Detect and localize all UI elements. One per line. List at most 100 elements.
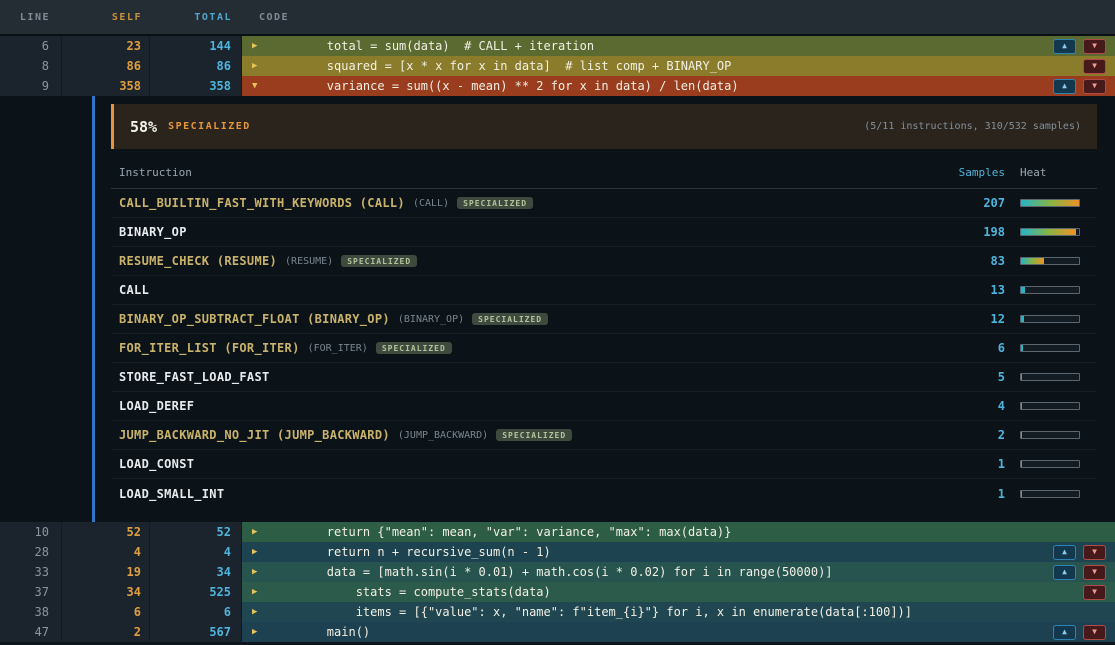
code-cell: ▶ main()▲▼	[242, 622, 1115, 642]
expand-caret-icon[interactable]: ▼	[252, 81, 269, 91]
sample-count: 207	[935, 196, 1005, 210]
code-line-row[interactable]: 3734525 ▶ stats = compute_stats(data) ▼	[0, 582, 1115, 602]
scroll-down-button[interactable]: ▼	[1083, 545, 1106, 560]
scroll-up-button[interactable]: ▲	[1053, 625, 1076, 640]
heat-bar-track	[1020, 490, 1080, 498]
expand-caret-icon[interactable]: ▶	[252, 567, 269, 577]
instruction-name: BINARY_OP	[119, 225, 187, 239]
instruction-name: BINARY_OP_SUBTRACT_FLOAT (BINARY_OP)	[119, 312, 390, 326]
heat-column-header: Heat	[1005, 166, 1097, 179]
sample-count: 6	[935, 341, 1005, 355]
sample-count: 1	[935, 457, 1005, 471]
expand-caret-icon[interactable]: ▶	[252, 607, 269, 617]
instruction-row: BINARY_OP 198	[111, 218, 1097, 247]
instruction-table-header: Instruction Samples Heat	[111, 157, 1097, 189]
total-sample-count: 4	[150, 542, 242, 562]
instruction-name-cell: JUMP_BACKWARD_NO_JIT (JUMP_BACKWARD)(JUM…	[111, 428, 935, 442]
code-line-row[interactable]: 472567▶ main()▲▼	[0, 622, 1115, 642]
row-buttons: ▼	[1083, 585, 1115, 600]
code-cell: ▶ data = [math.sin(i * 0.01) + math.cos(…	[242, 562, 1115, 582]
expand-caret-icon[interactable]: ▶	[252, 527, 269, 537]
instruction-name: FOR_ITER_LIST (FOR_ITER)	[119, 341, 300, 355]
code-line-row[interactable]: 2844▶ return n + recursive_sum(n - 1)▲▼	[0, 542, 1115, 562]
line-number: 47	[0, 622, 62, 642]
scroll-up-button[interactable]: ▲	[1053, 545, 1076, 560]
column-header-row: LINE SELF TOTAL CODE	[0, 0, 1115, 36]
specialized-label: SPECIALIZED	[168, 121, 251, 132]
scroll-down-button[interactable]: ▼	[1083, 79, 1106, 94]
code-line-row[interactable]: 623144▶ total = sum(data) # CALL + itera…	[0, 36, 1115, 56]
heat-bar	[1005, 257, 1097, 265]
instruction-row: CALL_BUILTIN_FAST_WITH_KEYWORDS (CALL)(C…	[111, 189, 1097, 218]
scroll-down-button[interactable]: ▼	[1083, 565, 1106, 580]
heat-bar-track	[1020, 228, 1080, 236]
line-number: 6	[0, 36, 62, 56]
code-text: variance = sum((x - mean) ** 2 for x in …	[269, 79, 739, 93]
total-sample-count: 144	[150, 36, 242, 56]
code-cell: ▼ variance = sum((x - mean) ** 2 for x i…	[242, 76, 1115, 96]
specialized-badge: SPECIALIZED	[376, 342, 452, 354]
heat-bar-track	[1020, 315, 1080, 323]
heat-bar-fill	[1021, 491, 1022, 497]
instruction-row: LOAD_SMALL_INT1	[111, 479, 1097, 508]
heat-bar	[1005, 286, 1097, 294]
sample-count: 5	[935, 370, 1005, 384]
sample-count: 13	[935, 283, 1005, 297]
code-line-row[interactable]: 331934▶ data = [math.sin(i * 0.01) + mat…	[0, 562, 1115, 582]
code-cell: ▶ stats = compute_stats(data) ▼	[242, 582, 1115, 602]
profiler-app: LINE SELF TOTAL CODE 623144▶ total = sum…	[0, 0, 1115, 645]
expand-caret-icon[interactable]: ▶	[252, 547, 269, 557]
scroll-down-button[interactable]: ▼	[1083, 39, 1106, 54]
heat-bar	[1005, 490, 1097, 498]
total-sample-count: 567	[150, 622, 242, 642]
total-sample-count: 34	[150, 562, 242, 582]
instruction-name: LOAD_DEREF	[119, 399, 194, 413]
code-line-row[interactable]: 9358358▼ variance = sum((x - mean) ** 2 …	[0, 76, 1115, 96]
instruction-row: LOAD_DEREF4	[111, 392, 1097, 421]
expand-caret-icon[interactable]: ▶	[252, 41, 269, 51]
code-text: data = [math.sin(i * 0.01) + math.cos(i …	[269, 565, 833, 579]
specialized-badge: SPECIALIZED	[457, 197, 533, 209]
heat-bar-track	[1020, 344, 1080, 352]
line-number: 38	[0, 602, 62, 622]
total-column-header: TOTAL	[150, 12, 242, 23]
self-sample-count: 19	[62, 562, 150, 582]
code-column-header: CODE	[242, 12, 1115, 23]
instruction-name: CALL	[119, 283, 149, 297]
scroll-down-button[interactable]: ▼	[1083, 59, 1106, 74]
total-sample-count: 525	[150, 582, 242, 602]
total-sample-count: 52	[150, 522, 242, 542]
self-sample-count: 34	[62, 582, 150, 602]
heat-bar-fill	[1021, 374, 1022, 380]
expand-caret-icon[interactable]: ▶	[252, 627, 269, 637]
code-cell: ▶ return {"mean": mean, "var": variance,…	[242, 522, 1115, 542]
instruction-name: CALL_BUILTIN_FAST_WITH_KEYWORDS (CALL)	[119, 196, 405, 210]
code-text: stats = compute_stats(data)	[269, 585, 551, 599]
heat-bar-fill	[1021, 403, 1022, 409]
code-text: return {"mean": mean, "var": variance, "…	[269, 525, 731, 539]
self-sample-count: 6	[62, 602, 150, 622]
expand-caret-icon[interactable]: ▶	[252, 587, 269, 597]
line-number: 37	[0, 582, 62, 602]
specialized-badge: SPECIALIZED	[341, 255, 417, 267]
sample-count: 198	[935, 225, 1005, 239]
heat-bar-track	[1020, 460, 1080, 468]
instruction-name-cell: BINARY_OP	[111, 225, 935, 239]
code-line-row[interactable]: 3866▶ items = [{"value": x, "name": f"it…	[0, 602, 1115, 622]
expand-caret-icon[interactable]: ▶	[252, 61, 269, 71]
heat-bar-track	[1020, 257, 1080, 265]
scroll-down-button[interactable]: ▼	[1083, 585, 1106, 600]
code-text: items = [{"value": x, "name": f"item_{i}…	[269, 605, 912, 619]
instruction-name-cell: BINARY_OP_SUBTRACT_FLOAT (BINARY_OP)(BIN…	[111, 312, 935, 326]
scroll-up-button[interactable]: ▲	[1053, 565, 1076, 580]
code-line-row[interactable]: 88686▶ squared = [x * x for x in data] #…	[0, 56, 1115, 76]
specialization-summary: 58% SPECIALIZED (5/11 instructions, 310/…	[111, 104, 1097, 149]
line-number: 28	[0, 542, 62, 562]
scroll-up-button[interactable]: ▲	[1053, 39, 1076, 54]
code-line-row[interactable]: 105252▶ return {"mean": mean, "var": var…	[0, 522, 1115, 542]
scroll-up-button[interactable]: ▲	[1053, 79, 1076, 94]
heat-bar	[1005, 402, 1097, 410]
instruction-row: FOR_ITER_LIST (FOR_ITER)(FOR_ITER)SPECIA…	[111, 334, 1097, 363]
instruction-name-cell: RESUME_CHECK (RESUME)(RESUME)SPECIALIZED	[111, 254, 935, 268]
scroll-down-button[interactable]: ▼	[1083, 625, 1106, 640]
